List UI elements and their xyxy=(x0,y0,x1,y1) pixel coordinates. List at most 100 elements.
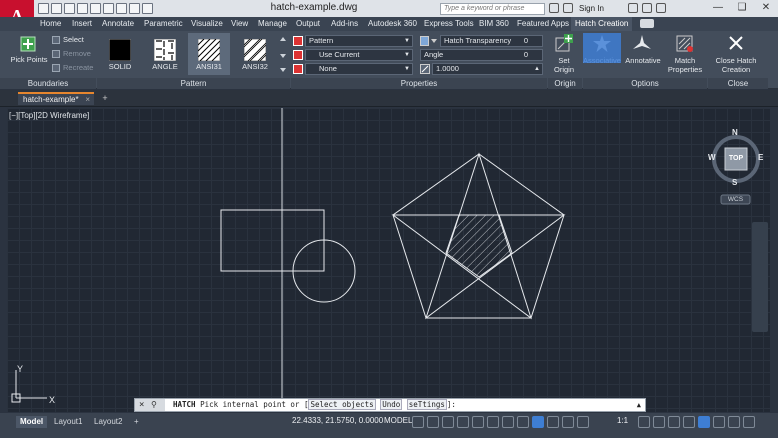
tab-autodesk-360[interactable]: Autodesk 360 xyxy=(364,17,421,31)
help-icon[interactable] xyxy=(655,3,666,13)
qat-dropdown-icon[interactable] xyxy=(142,3,153,14)
osnap-icon[interactable] xyxy=(472,416,484,428)
tab-visualize[interactable]: Visualize xyxy=(187,17,227,31)
ansi31-pattern-icon[interactable] xyxy=(198,39,220,61)
connect-icon[interactable] xyxy=(641,3,652,13)
angle-field[interactable]: Angle 0 xyxy=(420,49,543,61)
viewcube-west[interactable]: W xyxy=(708,153,716,162)
polar-icon[interactable] xyxy=(457,416,469,428)
hatch-preview[interactable] xyxy=(445,214,513,278)
drawing-canvas[interactable]: [−][Top][2D Wireframe] Y X TOP N S E W W… xyxy=(7,108,770,412)
isolate-objects-icon[interactable] xyxy=(698,416,710,428)
annotative-button[interactable]: Annotative xyxy=(622,56,664,65)
close-command-line-icon[interactable]: × xyxy=(139,399,144,411)
new-tab-icon[interactable]: + xyxy=(100,93,110,103)
binoculars-icon[interactable] xyxy=(549,3,559,13)
origin-panel-label[interactable]: Origin xyxy=(548,78,582,89)
snap-icon[interactable] xyxy=(427,416,439,428)
user-icon[interactable] xyxy=(563,3,573,13)
tab-express-tools[interactable]: Express Tools xyxy=(420,17,478,31)
command-history-icon[interactable]: ▲ xyxy=(637,399,641,411)
tab-output[interactable]: Output xyxy=(292,17,324,31)
viewcube-south[interactable]: S xyxy=(732,178,737,187)
set-origin-button[interactable]: Set Origin xyxy=(548,56,580,74)
save-icon[interactable] xyxy=(64,3,75,14)
grid-icon[interactable] xyxy=(412,416,424,428)
option-select-objects[interactable]: Select objects xyxy=(308,399,376,410)
new-file-icon[interactable] xyxy=(38,3,49,14)
hatch-color-dropdown[interactable]: Use Current ▼ xyxy=(305,49,413,61)
layout1-tab[interactable]: Layout1 xyxy=(50,416,86,428)
tab-annotate[interactable]: Annotate xyxy=(98,17,138,31)
properties-panel-label[interactable]: Properties xyxy=(291,78,547,89)
exchange-icon[interactable] xyxy=(627,3,638,13)
tab-add-ins[interactable]: Add-ins xyxy=(327,17,362,31)
quick-properties-icon[interactable] xyxy=(683,416,695,428)
boundaries-panel-label[interactable]: Boundaries xyxy=(0,78,96,89)
ansi32-pattern-icon[interactable] xyxy=(244,39,266,61)
angle-pattern-icon[interactable] xyxy=(154,39,176,61)
tab-featured-apps[interactable]: Featured Apps xyxy=(513,17,573,31)
ribbon-minimize-button[interactable] xyxy=(640,19,654,28)
add-layout-icon[interactable]: + xyxy=(130,416,143,428)
pattern-angle-label[interactable]: ANGLE xyxy=(145,62,185,71)
annotation-visibility-icon[interactable] xyxy=(562,416,574,428)
recreate-boundary-button[interactable]: Recreate xyxy=(52,63,93,72)
ortho-icon[interactable] xyxy=(442,416,454,428)
redo-icon[interactable] xyxy=(129,3,140,14)
pattern-ansi31-label[interactable]: ANSI31 xyxy=(189,62,229,71)
customize-icon[interactable]: ⚲ xyxy=(151,399,157,411)
pattern-gallery-scroll[interactable] xyxy=(279,34,287,74)
pattern-solid-label[interactable]: SOLID xyxy=(100,62,140,71)
web-mobile-icon[interactable] xyxy=(90,3,101,14)
tab-home[interactable]: Home xyxy=(36,17,65,31)
command-line[interactable]: × ⚲ HATCH Pick internal point or [Select… xyxy=(134,398,646,412)
option-settings[interactable]: seTtings xyxy=(406,399,447,410)
rectangle-shape[interactable] xyxy=(220,209,325,272)
open-file-icon[interactable] xyxy=(51,3,62,14)
sign-in-link[interactable]: Sign In xyxy=(579,4,604,13)
options-panel-label[interactable]: Options xyxy=(583,78,707,89)
tab-bim-360[interactable]: BIM 360 xyxy=(475,17,513,31)
selection-cycling-icon[interactable] xyxy=(532,416,544,428)
close-hatch-icon[interactable] xyxy=(728,35,744,51)
annotative-icon[interactable] xyxy=(632,34,652,54)
background-color-dropdown[interactable]: None ▼ xyxy=(305,63,413,75)
search-input[interactable]: Type a keyword or phrase xyxy=(440,3,545,15)
tab-parametric[interactable]: Parametric xyxy=(140,17,187,31)
select-boundary-button[interactable]: Select xyxy=(52,35,84,44)
hatch-type-dropdown[interactable]: Pattern ▼ xyxy=(305,35,413,47)
gizmo-icon[interactable] xyxy=(547,416,559,428)
match-properties-button[interactable]: Match Properties xyxy=(664,56,706,74)
transparency-toggle-icon[interactable] xyxy=(517,416,529,428)
pick-points-button[interactable]: Pick Points xyxy=(8,55,50,64)
pick-points-icon[interactable] xyxy=(20,36,36,52)
hardware-acceleration-icon[interactable] xyxy=(713,416,725,428)
pattern-ansi32-label[interactable]: ANSI32 xyxy=(235,62,275,71)
solid-pattern-icon[interactable] xyxy=(109,39,131,61)
close-hatch-creation-button[interactable]: Close Hatch Creation xyxy=(708,56,764,74)
minimize-button[interactable]: — xyxy=(706,0,730,17)
command-prompt[interactable]: HATCH Pick internal point or [Select obj… xyxy=(173,399,456,411)
viewcube-east[interactable]: E xyxy=(758,153,763,162)
option-undo[interactable]: Undo xyxy=(380,399,403,410)
model-tab[interactable]: Model xyxy=(16,416,48,428)
auto-scale-icon[interactable] xyxy=(577,416,589,428)
tab-insert[interactable]: Insert xyxy=(68,17,96,31)
tab-view[interactable]: View xyxy=(227,17,252,31)
save-as-icon[interactable] xyxy=(77,3,88,14)
annotation-monitor-icon[interactable] xyxy=(653,416,665,428)
wcs-label[interactable]: WCS xyxy=(721,196,750,203)
annotation-scale[interactable]: 1:1 xyxy=(617,416,628,425)
navigation-bar[interactable] xyxy=(752,222,768,332)
close-window-button[interactable]: ✕ xyxy=(754,0,778,17)
tab-hatch-creation[interactable]: Hatch Creation xyxy=(571,17,633,31)
units-icon[interactable] xyxy=(668,416,680,428)
scale-field[interactable]: 1.0000 ▲ xyxy=(432,63,543,75)
undo-icon[interactable] xyxy=(116,3,127,14)
remove-boundary-button[interactable]: Remove xyxy=(52,49,91,58)
otrack-icon[interactable] xyxy=(487,416,499,428)
model-space-button[interactable]: MODEL xyxy=(384,416,412,425)
workspace-gear-icon[interactable] xyxy=(638,416,650,428)
customization-icon[interactable] xyxy=(743,416,755,428)
